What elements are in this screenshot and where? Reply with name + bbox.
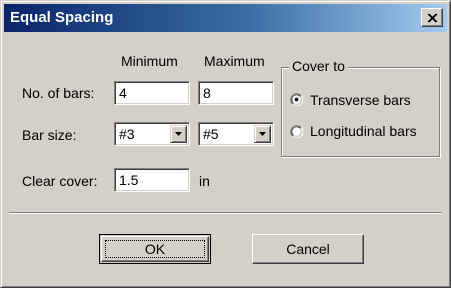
max-bar-size-dropdown-button[interactable] xyxy=(254,125,271,143)
ok-button[interactable]: OK xyxy=(99,234,211,264)
min-bars-value: 4 xyxy=(119,85,127,101)
longitudinal-bars-label: Longitudinal bars xyxy=(310,123,417,139)
close-icon xyxy=(427,13,438,23)
max-bars-input[interactable]: 8 xyxy=(198,81,274,105)
chevron-down-icon xyxy=(175,132,182,136)
title-bar[interactable]: Equal Spacing xyxy=(4,4,447,32)
cover-to-title: Cover to xyxy=(289,58,348,74)
cancel-button[interactable]: Cancel xyxy=(252,234,364,264)
bar-size-label: Bar size: xyxy=(22,127,77,143)
minimum-header: Minimum xyxy=(121,53,178,69)
max-bars-value: 8 xyxy=(203,85,211,101)
close-button[interactable] xyxy=(421,8,443,27)
cancel-button-label: Cancel xyxy=(286,241,330,257)
clear-cover-unit: in xyxy=(199,173,210,189)
min-bars-input[interactable]: 4 xyxy=(114,81,190,105)
transverse-bars-label: Transverse bars xyxy=(310,92,411,108)
clear-cover-label: Clear cover: xyxy=(22,173,98,189)
radio-unselected-icon xyxy=(290,125,303,138)
cover-to-group xyxy=(281,67,440,157)
chevron-down-icon xyxy=(259,132,266,136)
maximum-header: Maximum xyxy=(204,53,265,69)
clear-cover-input[interactable]: 1.5 xyxy=(114,168,190,192)
clear-cover-value: 1.5 xyxy=(119,172,139,188)
min-bar-size-dropdown-button[interactable] xyxy=(170,125,187,143)
separator-highlight xyxy=(9,213,442,214)
window-title: Equal Spacing xyxy=(10,9,114,26)
min-bar-size-select[interactable]: #3 xyxy=(114,122,190,146)
ok-button-label: OK xyxy=(144,241,166,257)
min-bar-size-value: #3 xyxy=(119,126,135,142)
equal-spacing-dialog: Equal Spacing Minimum Maximum No. of bar… xyxy=(0,0,451,288)
max-bar-size-value: #5 xyxy=(203,126,219,142)
max-bar-size-select[interactable]: #5 xyxy=(198,122,274,146)
radio-selected-icon xyxy=(290,93,303,106)
no-of-bars-label: No. of bars: xyxy=(22,85,95,101)
